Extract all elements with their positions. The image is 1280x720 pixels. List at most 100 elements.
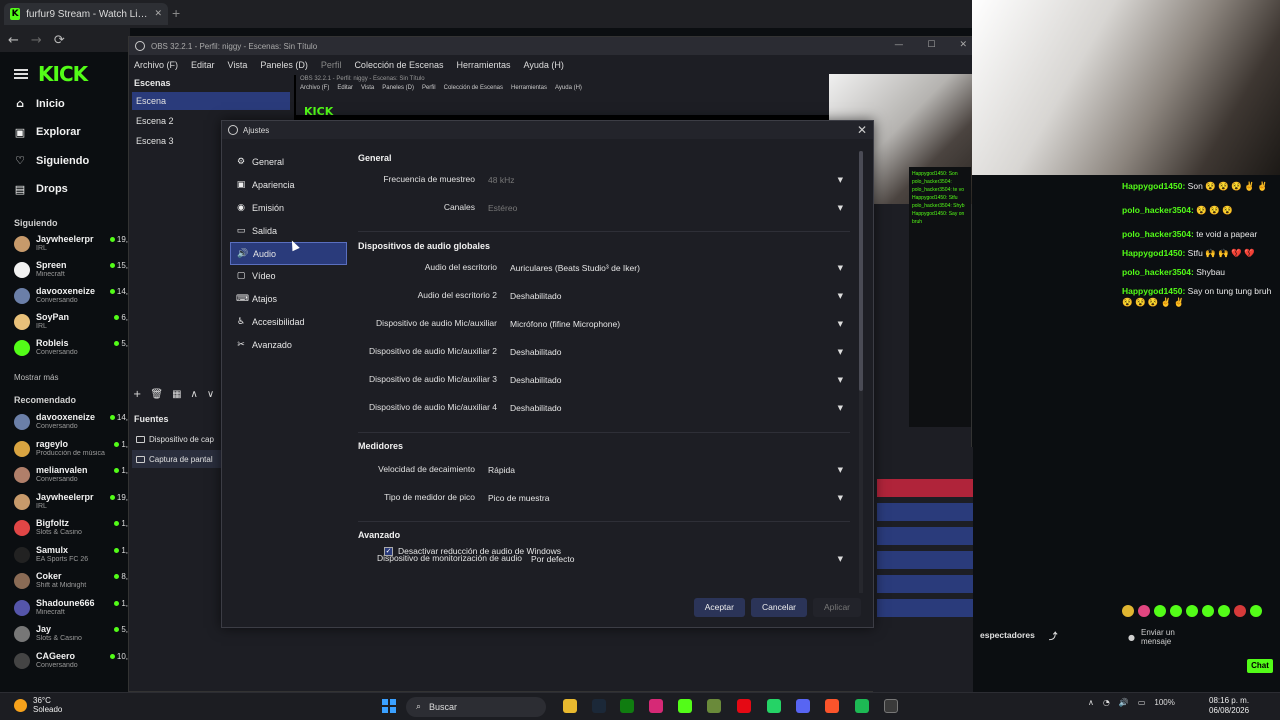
mixer-bar[interactable] — [877, 503, 973, 521]
settings-nav-general[interactable]: ⚙ General — [230, 151, 347, 174]
channel-item[interactable]: SoyPan IRL 6, — [14, 310, 128, 336]
menu-item[interactable]: Herramientas — [457, 60, 511, 70]
chat-settings-icon[interactable]: ● — [1128, 633, 1135, 642]
peak-meter-select[interactable]: Pico de muestra ▼ — [481, 489, 850, 507]
ducking-checkbox-row[interactable]: ✓ Desactivar reducción de audio de Windo… — [384, 546, 561, 556]
mixer-bar[interactable] — [877, 575, 973, 593]
volume-icon[interactable]: 🔊 — [1119, 698, 1129, 707]
chat-username[interactable]: polo_hacker3504: — [1122, 229, 1194, 239]
emote-icon[interactable] — [1250, 605, 1262, 617]
battery-icon[interactable]: ▭ — [1138, 698, 1146, 707]
reload-icon[interactable]: ⟳ — [54, 33, 65, 48]
filter-icon[interactable]: ▦ — [172, 389, 181, 405]
chat-username[interactable]: Happygod1450: — [1122, 286, 1185, 296]
emote-icon[interactable] — [1154, 605, 1166, 617]
menu-item[interactable]: Editar — [191, 60, 215, 70]
kick-nav-siguiendo[interactable]: ♡ Siguiendo — [14, 154, 89, 167]
kick-nav-inicio[interactable]: ⌂ Inicio — [14, 97, 65, 110]
scrollbar-thumb[interactable] — [859, 151, 863, 391]
settings-nav-vídeo[interactable]: ▢ Vídeo — [230, 265, 347, 288]
obs-app-icon[interactable] — [884, 699, 898, 713]
brave-icon[interactable] — [825, 699, 839, 713]
audio-device-select[interactable]: Auriculares (Beats Studio³ de Iker) ▼ — [503, 259, 850, 277]
chat-send-button[interactable]: Chat — [1247, 659, 1273, 673]
kick-nav-explorar[interactable]: ▣ Explorar — [14, 126, 81, 139]
clock[interactable]: 08:16 p. m. 06/08/2026 — [1209, 696, 1249, 716]
chat-username[interactable]: Happygod1450: — [1122, 248, 1185, 258]
menu-item[interactable]: Perfil — [321, 60, 342, 70]
channel-item[interactable]: Jaywheelerpr IRL 19, — [14, 490, 128, 516]
chat-username[interactable]: polo_hacker3504: — [1122, 205, 1194, 215]
hamburger-menu-icon[interactable] — [14, 69, 28, 79]
cancel-button[interactable]: Cancelar — [750, 598, 808, 617]
menu-item[interactable]: Paneles (D) — [260, 60, 308, 70]
new-tab-button[interactable]: + — [172, 5, 180, 21]
settings-nav-audio[interactable]: 🔊 Audio — [230, 242, 347, 265]
kick-nav-drops[interactable]: ▤ Drops — [14, 183, 68, 196]
move-up-icon[interactable]: ∧ — [191, 389, 198, 405]
emote-icon[interactable] — [1202, 605, 1214, 617]
emote-icon[interactable] — [1218, 605, 1230, 617]
chat-username[interactable]: Happygod1450: — [1122, 181, 1185, 191]
emote-icon[interactable] — [1138, 605, 1150, 617]
chat-input[interactable]: ● Enviar un mensaje — [1122, 624, 1272, 650]
emote-icon[interactable] — [1122, 605, 1134, 617]
settings-scrollbar[interactable] — [859, 151, 863, 593]
channel-item[interactable]: davooxeneize Conversando 14, — [14, 284, 128, 310]
mixer-bar[interactable] — [877, 551, 973, 569]
channel-item[interactable]: CAGeero Conversando 10, — [14, 649, 128, 675]
monitor-device-select[interactable]: Por defecto ▼ — [524, 550, 850, 568]
netflix-icon[interactable] — [737, 699, 751, 713]
xbox-icon[interactable] — [620, 699, 634, 713]
emote-icon[interactable] — [1170, 605, 1182, 617]
close-icon[interactable]: ✕ — [857, 123, 867, 137]
instagram-icon[interactable] — [649, 699, 663, 713]
settings-nav-salida[interactable]: ▭ Salida — [230, 219, 347, 242]
channel-item[interactable]: Bigfoltz Slots & Casino 1, — [14, 516, 128, 542]
channel-item[interactable]: rageylo Producción de música 1, — [14, 437, 128, 463]
channel-item[interactable]: Coker Shift at Midnight 8, — [14, 569, 128, 595]
channel-item[interactable]: Jay Slots & Casino 5, — [14, 622, 128, 648]
maximize-icon[interactable]: ☐ — [927, 40, 935, 50]
source-item[interactable]: Dispositivo de cap — [132, 430, 222, 448]
taskbar-search[interactable]: ⌕ Buscar — [406, 697, 546, 717]
audio-device-select[interactable]: Deshabilitado ▼ — [503, 371, 850, 389]
back-arrow-icon[interactable]: ← — [8, 33, 19, 48]
mixer-bar[interactable] — [877, 479, 973, 497]
settings-nav-accesibilidad[interactable]: ♿ Accesibilidad — [230, 311, 347, 334]
apply-button[interactable]: Aplicar — [813, 598, 861, 617]
channel-item[interactable]: Jaywheelerpr IRL 19, — [14, 232, 128, 258]
decay-select[interactable]: Rápida ▼ — [481, 461, 850, 479]
sample-rate-select[interactable]: 48 kHz ▼ — [481, 171, 850, 189]
emote-icon[interactable] — [1186, 605, 1198, 617]
show-more-link[interactable]: Mostrar más — [14, 373, 58, 382]
kick-logo[interactable]: KICK — [38, 62, 88, 86]
channels-select[interactable]: Estéreo ▼ — [481, 199, 850, 217]
whatsapp-icon[interactable] — [767, 699, 781, 713]
audio-device-select[interactable]: Deshabilitado ▼ — [503, 399, 850, 417]
mixer-bar[interactable] — [877, 527, 973, 545]
chat-username[interactable]: polo_hacker3504: — [1122, 267, 1194, 277]
menu-item[interactable]: Ayuda (H) — [524, 60, 564, 70]
source-item[interactable]: Captura de pantal — [132, 450, 222, 468]
emote-icon[interactable] — [1234, 605, 1246, 617]
windows-start-button[interactable] — [382, 699, 396, 713]
channel-item[interactable]: Robleis Conversando 5, — [14, 336, 128, 362]
browser-tab[interactable]: K furfur9 Stream - Watch Live on K ✕ — [4, 3, 168, 25]
forward-arrow-icon[interactable]: → — [31, 33, 42, 48]
close-icon[interactable]: ✕ — [154, 9, 162, 19]
scene-item[interactable]: Escena — [132, 92, 290, 110]
channel-item[interactable]: melianvalen Conversando 1, — [14, 463, 128, 489]
mixer-bar[interactable] — [877, 599, 973, 617]
accept-button[interactable]: Aceptar — [693, 598, 745, 617]
audio-device-select[interactable]: Micrófono (fifine Microphone) ▼ — [503, 315, 850, 333]
file-explorer-icon[interactable] — [563, 699, 577, 713]
ducking-checkbox[interactable]: ✓ — [384, 546, 393, 556]
kick-app-icon[interactable] — [678, 699, 692, 713]
menu-item[interactable]: Archivo (F) — [134, 60, 178, 70]
minimize-icon[interactable]: — — [894, 40, 903, 50]
discord-icon[interactable] — [796, 699, 810, 713]
trash-icon[interactable]: 🗑 — [150, 389, 163, 405]
weather-widget[interactable]: 36°C Soleado — [14, 696, 62, 714]
audio-device-select[interactable]: Deshabilitado ▼ — [503, 287, 850, 305]
